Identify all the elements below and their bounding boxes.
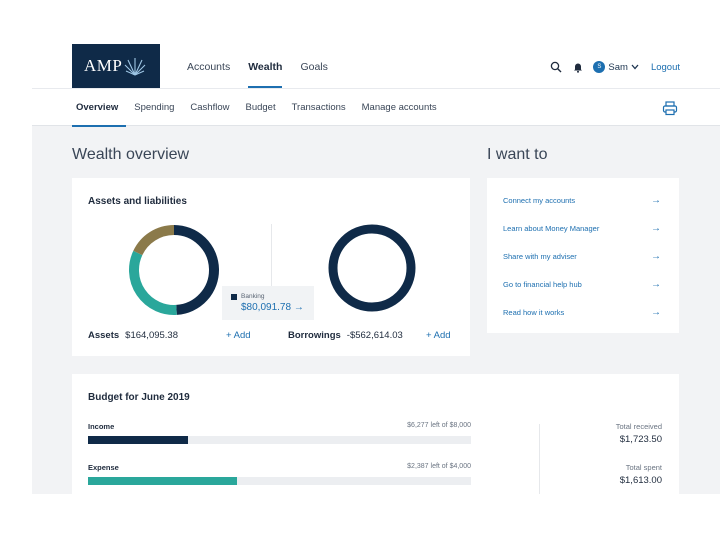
assets-donut[interactable] — [124, 220, 224, 320]
assets-donut-segment-0[interactable] — [173, 225, 219, 315]
iwant-how-it-works[interactable]: Read how it works → — [487, 298, 679, 326]
tab-budget[interactable]: Budget — [237, 89, 283, 126]
total-spent-value: $1,613.00 — [619, 475, 662, 486]
total-spent: Total spent $1,613.00 — [620, 463, 662, 486]
borrowings-donut[interactable] — [324, 220, 420, 316]
add-asset-button[interactable]: + Add — [226, 330, 251, 341]
budget-divider — [539, 424, 540, 494]
borrowings-donut-ring[interactable] — [328, 224, 416, 312]
borrowings-value: -$562,614.03 — [346, 330, 403, 341]
expense-bar-fill — [88, 477, 238, 485]
iwant-item-label: Share with my adviser — [503, 251, 577, 261]
iwant-help-hub[interactable]: Go to financial help hub → — [487, 270, 679, 298]
arrow-right-icon: → — [651, 250, 661, 262]
arrow-right-icon: → — [651, 222, 661, 234]
tab-spending[interactable]: Spending — [126, 89, 182, 126]
logout-link[interactable]: Logout — [651, 62, 680, 73]
total-received-value: $1,723.50 — [619, 434, 662, 445]
income-bar-track[interactable] — [88, 436, 471, 444]
tab-transactions[interactable]: Transactions — [284, 89, 354, 126]
expense-bar-track[interactable] — [88, 477, 471, 485]
banking-swatch — [231, 293, 237, 300]
iwant-card: Connect my accounts → Learn about Money M… — [487, 178, 679, 333]
iwant-item-label: Go to financial help hub — [503, 279, 582, 289]
arrow-right-icon: → — [651, 306, 661, 318]
budget-card: Budget for June 2019 Income $6,277 left … — [72, 374, 679, 494]
income-label: Income — [88, 422, 115, 431]
add-borrowing-button[interactable]: + Add — [426, 330, 451, 341]
iwant-connect-accounts[interactable]: Connect my accounts → — [487, 186, 679, 214]
income-left-text: $6,277 left of $8,000 — [407, 422, 471, 429]
page-title: Wealth overview — [72, 146, 190, 163]
nav-wealth[interactable]: Wealth — [239, 28, 291, 88]
iwant-item-label: Connect my accounts — [503, 195, 576, 205]
arrow-right-icon: → — [651, 278, 661, 290]
arrow-right-icon: → — [651, 194, 661, 206]
expense-label: Expense — [88, 463, 119, 472]
total-received: Total received $1,723.50 — [616, 422, 662, 445]
tab-manage-accounts[interactable]: Manage accounts — [354, 89, 445, 126]
bell-icon[interactable] — [571, 60, 585, 74]
nav-accounts[interactable]: Accounts — [178, 28, 239, 88]
assets-label: Assets — [88, 330, 120, 341]
iwant-share-adviser[interactable]: Share with my adviser → — [487, 242, 679, 270]
banking-tooltip[interactable]: Banking $80,091.78 → — [222, 286, 314, 320]
assets-donut-segment-1[interactable] — [129, 250, 177, 315]
budget-title: Budget for June 2019 — [88, 392, 190, 403]
assets-donut-segment-2[interactable] — [133, 225, 175, 256]
tab-cashflow[interactable]: Cashflow — [182, 89, 237, 126]
iwant-learn-money-manager[interactable]: Learn about Money Manager → — [487, 214, 679, 242]
assets-card-title: Assets and liabilities — [88, 196, 187, 207]
app-window: AMP Accounts Wealth Goals S Sam Logout O… — [32, 28, 720, 494]
assets-liabilities-card: Assets and liabilities Banking $80,091.7… — [72, 178, 470, 356]
top-header: AMP Accounts Wealth Goals S Sam Logout — [32, 28, 720, 88]
printer-icon[interactable] — [662, 100, 678, 116]
iwant-title: I want to — [487, 146, 548, 163]
starburst-icon — [124, 58, 146, 76]
tooltip-value: $80,091.78 → — [241, 302, 304, 313]
iwant-item-label: Learn about Money Manager — [503, 223, 600, 233]
user-name: Sam — [608, 61, 628, 73]
search-icon[interactable] — [549, 60, 563, 74]
amp-logo[interactable]: AMP — [72, 44, 160, 88]
iwant-item-label: Read how it works — [503, 307, 565, 317]
assets-summary: Assets $164,095.38 — [88, 330, 178, 341]
chevron-down-icon — [631, 64, 639, 70]
tab-overview[interactable]: Overview — [72, 89, 127, 127]
avatar: S — [593, 61, 606, 73]
user-menu[interactable]: S Sam — [593, 61, 639, 73]
borrowings-summary: Borrowings -$562,614.03 — [288, 330, 403, 341]
sub-nav: Overview Spending Cashflow Budget Transa… — [32, 88, 720, 127]
nav-goals[interactable]: Goals — [291, 28, 336, 88]
main-nav: Accounts Wealth Goals — [178, 28, 337, 88]
tooltip-label: Banking — [241, 293, 265, 300]
assets-value: $164,095.38 — [125, 330, 179, 341]
income-bar-fill — [88, 436, 188, 444]
borrowings-label: Borrowings — [288, 330, 341, 341]
total-received-label: Total received — [615, 422, 662, 431]
logo-text: AMP — [84, 56, 123, 75]
expense-left-text: $2,387 left of $4,000 — [407, 463, 471, 470]
header-tools: S Sam Logout — [549, 60, 680, 74]
total-spent-label: Total spent — [625, 463, 662, 472]
